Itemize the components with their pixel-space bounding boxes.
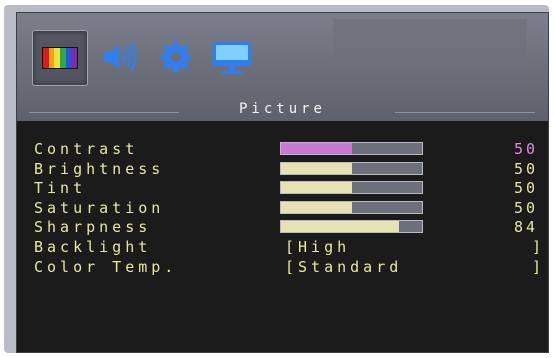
slider-fill (281, 221, 400, 232)
setting-row-brightness[interactable]: Brightness 50 (17, 160, 548, 180)
setting-row-color-temp[interactable]: Color Temp. [Standard ] (17, 258, 548, 278)
bracket-close: ] (532, 238, 542, 256)
setting-row-saturation[interactable]: Saturation 50 (17, 199, 548, 219)
option-value: High (298, 238, 351, 256)
title-divider-right (395, 112, 535, 113)
tab-picture[interactable] (32, 30, 88, 86)
osd-frame: Picture Contrast 50 Brightness 50 Tint 5… (4, 5, 549, 353)
osd-menu: Picture Contrast 50 Brightness 50 Tint 5… (16, 12, 549, 353)
setting-row-backlight[interactable]: Backlight [High ] (17, 238, 548, 258)
bracket-close: ] (532, 258, 542, 276)
setting-value: 84 (513, 218, 538, 236)
setting-value: 50 (513, 199, 538, 217)
info-panel (333, 19, 527, 59)
tab-audio[interactable] (101, 40, 139, 74)
page-title: Picture (238, 101, 326, 117)
setting-label: Sharpness (34, 218, 152, 236)
setting-label: Tint (34, 179, 87, 197)
brightness-slider[interactable] (280, 162, 423, 175)
saturation-slider[interactable] (280, 201, 423, 214)
monitor-icon (213, 42, 251, 74)
setting-value: 50 (513, 160, 538, 178)
setting-label: Color Temp. (34, 258, 178, 276)
slider-fill (281, 143, 352, 154)
setting-label: Brightness (34, 160, 165, 178)
setting-label: Backlight (34, 238, 152, 256)
setting-row-tint[interactable]: Tint 50 (17, 179, 548, 199)
backlight-option[interactable]: [High (285, 238, 350, 256)
bracket-open: [ (285, 238, 299, 256)
gear-icon (161, 42, 191, 72)
rainbow-bars-icon (42, 47, 78, 69)
tab-setup[interactable] (160, 41, 192, 73)
setting-label: Contrast (34, 140, 139, 158)
color-temp-option[interactable]: [Standard (285, 258, 402, 276)
slider-fill (281, 202, 352, 213)
contrast-slider[interactable] (280, 142, 423, 155)
setting-value: 50 (513, 179, 538, 197)
slider-fill (281, 182, 352, 193)
tab-bar: Picture (17, 13, 548, 121)
setting-row-contrast[interactable]: Contrast 50 (17, 140, 548, 160)
tab-display[interactable] (211, 40, 253, 76)
speaker-icon (104, 42, 137, 72)
tint-slider[interactable] (280, 181, 423, 194)
setting-row-sharpness[interactable]: Sharpness 84 (17, 218, 548, 238)
bracket-open: [ (285, 258, 299, 276)
slider-fill (281, 163, 352, 174)
option-value: Standard (298, 258, 403, 276)
setting-value: 50 (513, 140, 538, 158)
sharpness-slider[interactable] (280, 220, 423, 233)
setting-label: Saturation (34, 199, 165, 217)
